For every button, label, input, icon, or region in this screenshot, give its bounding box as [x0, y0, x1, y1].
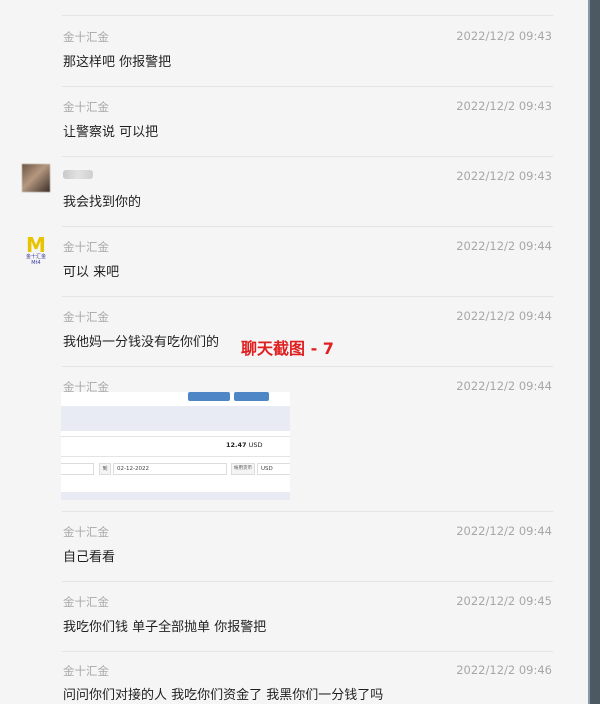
message-divider: [62, 15, 553, 16]
screenshot-annotation: 聊天截图 - 7: [241, 339, 334, 358]
sender-name: 金十汇金: [63, 310, 109, 324]
message-text[interactable]: 我吃你们钱 单子全部抛单 你报警把: [63, 616, 266, 635]
message-divider: [62, 511, 553, 512]
avatar-logo[interactable]: M 金十汇金Mt4: [22, 233, 50, 266]
chat-history-pane[interactable]: 金十汇金 2022/12/2 09:43 那这样吧 你报警把 金十汇金 2022…: [0, 0, 588, 704]
message-time: 2022/12/2 09:44: [456, 239, 552, 253]
window-edge-highlight: [588, 0, 590, 704]
message-text[interactable]: 我会找到你的: [63, 191, 141, 210]
sender-name: 金十汇金: [63, 240, 109, 254]
message-text[interactable]: 可以 来吧: [63, 261, 119, 280]
image-amount-row: 12.47 USD: [226, 441, 263, 449]
sender-name: 金十汇金: [63, 525, 109, 539]
message-text[interactable]: 让警察说 可以把: [63, 121, 158, 140]
sender-name-blurred: [63, 170, 93, 179]
chat-message: 金十汇金 2022/12/2 09:44 自己看看: [0, 511, 588, 581]
message-time: 2022/12/2 09:43: [456, 29, 552, 43]
image-field-label: 帐用货币: [231, 463, 255, 475]
message-divider: [62, 156, 553, 157]
message-divider: [62, 581, 553, 582]
chat-message: 金十汇金 2022/12/2 09:43 那这样吧 你报警把: [0, 0, 588, 70]
sender-name: 金十汇金: [63, 100, 109, 114]
sender-name: 金十汇金: [63, 664, 109, 678]
logo-caption: 金十汇金Mt4: [25, 254, 46, 266]
message-time: 2022/12/2 09:46: [456, 663, 552, 677]
message-time: 2022/12/2 09:45: [456, 594, 552, 608]
chat-message: 金十汇金 2022/12/2 09:46 问问你们对接的人 我吃你们资金了 我黑…: [0, 651, 588, 704]
image-amount: 12.47: [226, 441, 247, 449]
message-text[interactable]: 问问你们对接的人 我吃你们资金了 我黑你们一分钱了吗: [63, 684, 383, 703]
message-divider: [62, 226, 553, 227]
chat-message: 金十汇金 2022/12/2 09:44 12.47 USD 到 02-12-2…: [0, 366, 588, 510]
image-input-shape: [61, 463, 94, 475]
chat-message: M 金十汇金Mt4 金十汇金 2022/12/2 09:44 可以 来吧: [0, 226, 588, 296]
image-attachment[interactable]: 12.47 USD 到 02-12-2022 帐用货币 USD: [61, 392, 290, 500]
message-time: 2022/12/2 09:44: [456, 379, 552, 393]
message-divider: [62, 296, 553, 297]
logo-m-icon: M: [26, 233, 46, 257]
message-divider: [62, 86, 553, 87]
message-time: 2022/12/2 09:44: [456, 309, 552, 323]
image-button-shape: [188, 392, 230, 401]
sender-name: 金十汇金: [63, 595, 109, 609]
message-text[interactable]: 自己看看: [63, 546, 115, 565]
image-button-shape: [234, 392, 269, 401]
image-divider: [61, 456, 290, 457]
message-divider: [62, 366, 553, 367]
image-field-value: USD: [257, 463, 290, 475]
message-time: 2022/12/2 09:44: [456, 524, 552, 538]
chat-message: 金十汇金 2022/12/2 09:45 我吃你们钱 单子全部抛单 你报警把: [0, 581, 588, 651]
image-band: [61, 406, 290, 431]
chat-message: 金十汇金 2022/12/2 09:43 让警察说 可以把: [0, 86, 588, 156]
message-time: 2022/12/2 09:43: [456, 169, 552, 183]
message-text[interactable]: 我他妈一分钱没有吃你们的: [63, 331, 219, 350]
message-divider: [62, 651, 553, 652]
window-right-edge: [588, 0, 600, 704]
message-text[interactable]: 那这样吧 你报警把: [63, 51, 171, 70]
image-divider: [61, 436, 290, 437]
image-date-label: 到: [99, 463, 111, 475]
image-currency: USD: [248, 441, 263, 449]
image-date-value: 02-12-2022: [113, 463, 227, 475]
image-band: [61, 492, 290, 500]
sender-name: 金十汇金: [63, 30, 109, 44]
message-time: 2022/12/2 09:43: [456, 99, 552, 113]
chat-message: 2022/12/2 09:43 我会找到你的: [0, 156, 588, 226]
avatar[interactable]: [22, 164, 50, 192]
